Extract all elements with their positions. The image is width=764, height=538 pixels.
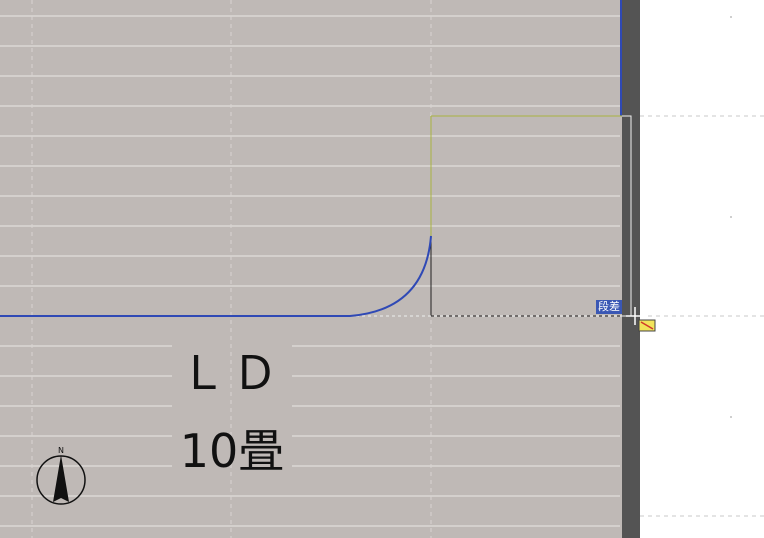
step-tag[interactable]: 段差 — [596, 300, 622, 314]
north-label: N — [58, 446, 64, 455]
cad-drawing-canvas[interactable] — [0, 0, 764, 538]
room-size-label: 10畳 — [179, 424, 285, 478]
side-panel — [640, 0, 764, 538]
floor-area[interactable] — [0, 0, 622, 538]
snap-marker-icon — [638, 319, 656, 332]
north-arrow-icon: N — [36, 446, 86, 505]
room-name-label: ＬＤ — [180, 346, 284, 400]
